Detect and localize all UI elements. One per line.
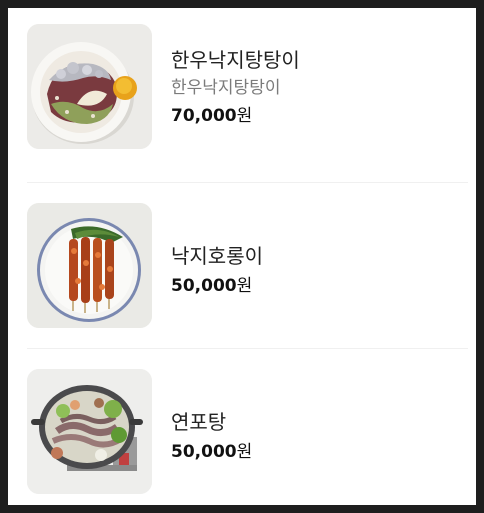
menu-item-info: 낙지호롱이 50,000원 xyxy=(171,242,263,298)
price-value: 70,000 xyxy=(171,106,237,126)
menu-item-image xyxy=(27,203,152,328)
menu-item-image xyxy=(27,369,152,494)
price-currency: 원 xyxy=(236,106,253,126)
menu-item-name: 연포탕 xyxy=(171,410,227,434)
menu-item[interactable]: 연포탕 50,000원 xyxy=(8,349,476,505)
price-value: 50,000 xyxy=(171,276,237,296)
menu-item-image xyxy=(27,24,152,149)
menu-item-description: 한우낙지탕탕이 xyxy=(171,78,281,98)
menu-item[interactable]: 한우낙지탕탕이 한우낙지탕탕이 70,000원 xyxy=(8,8,476,184)
menu-list: 한우낙지탕탕이 한우낙지탕탕이 70,000원 낙지호롱이 50,000원 연포… xyxy=(8,8,476,505)
menu-item-name: 한우낙지탕탕이 xyxy=(171,48,300,72)
price-currency: 원 xyxy=(236,276,253,296)
menu-item-name: 낙지호롱이 xyxy=(171,244,263,268)
menu-item-info: 연포탕 50,000원 xyxy=(171,408,252,464)
octopus-hotpot-photo xyxy=(27,369,152,494)
menu-item-price: 70,000원 xyxy=(171,104,300,128)
menu-item[interactable]: 낙지호롱이 50,000원 xyxy=(8,183,476,348)
beef-octopus-tartare-photo xyxy=(27,24,152,149)
price-currency: 원 xyxy=(236,442,253,462)
octopus-skewer-photo xyxy=(27,203,152,328)
menu-item-info: 한우낙지탕탕이 한우낙지탕탕이 70,000원 xyxy=(171,46,300,128)
menu-item-price: 50,000원 xyxy=(171,274,263,298)
menu-item-price: 50,000원 xyxy=(171,440,252,464)
price-value: 50,000 xyxy=(171,442,237,462)
